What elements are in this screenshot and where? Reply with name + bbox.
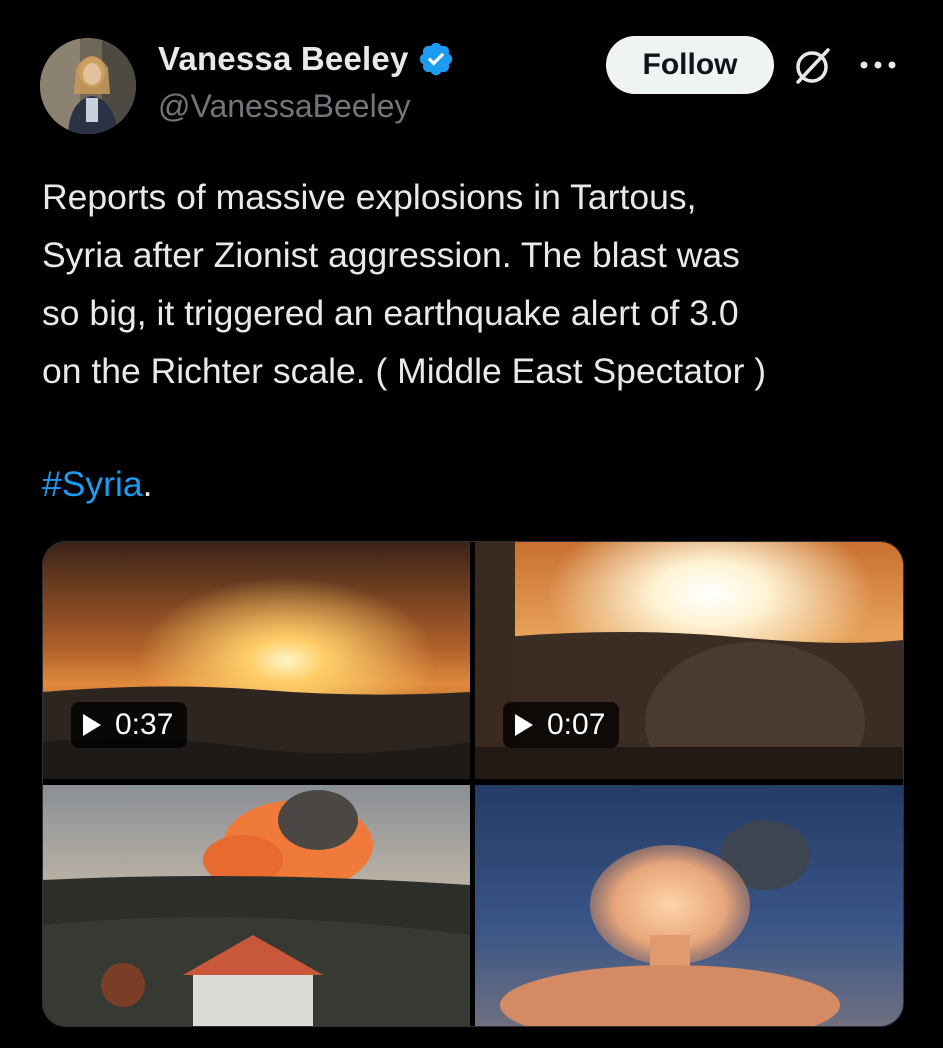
follow-button[interactable]: Follow	[606, 36, 774, 94]
author-name-row[interactable]: Vanessa Beeley	[158, 40, 455, 78]
avatar-image	[40, 38, 136, 134]
media-video-2[interactable]: 0:07	[475, 542, 903, 779]
grok-icon[interactable]	[790, 44, 834, 88]
more-dots-icon[interactable]	[856, 52, 900, 78]
video-duration-badge: 0:07	[503, 702, 620, 748]
author-display-name[interactable]: Vanessa Beeley	[158, 40, 409, 78]
mushroom-cloud-image	[475, 785, 903, 1026]
hashtag-line: #Syria.	[42, 455, 153, 513]
media-image-4[interactable]	[475, 785, 903, 1026]
author-avatar[interactable]	[40, 38, 136, 134]
tweet-text: Reports of massive explosions in Tartous…	[42, 177, 767, 391]
smoke-plume-town-image	[43, 785, 470, 1026]
hashtag-link[interactable]: #Syria	[42, 464, 143, 504]
hashtag-suffix: .	[142, 464, 153, 504]
video-duration-badge: 0:37	[71, 702, 188, 748]
video-duration: 0:07	[547, 708, 606, 741]
media-image-3[interactable]	[43, 785, 470, 1026]
play-icon	[83, 714, 101, 736]
video-duration: 0:37	[115, 708, 174, 741]
verified-badge-icon	[419, 42, 452, 76]
author-handle[interactable]: @VanessaBeeley	[158, 88, 410, 125]
play-icon	[515, 714, 533, 736]
media-video-1[interactable]: 0:37	[43, 542, 470, 779]
tweet-card[interactable]: Vanessa Beeley @VanessaBeeley Follow Rep…	[0, 0, 943, 1048]
media-grid: 0:37 0:07	[42, 541, 904, 1027]
